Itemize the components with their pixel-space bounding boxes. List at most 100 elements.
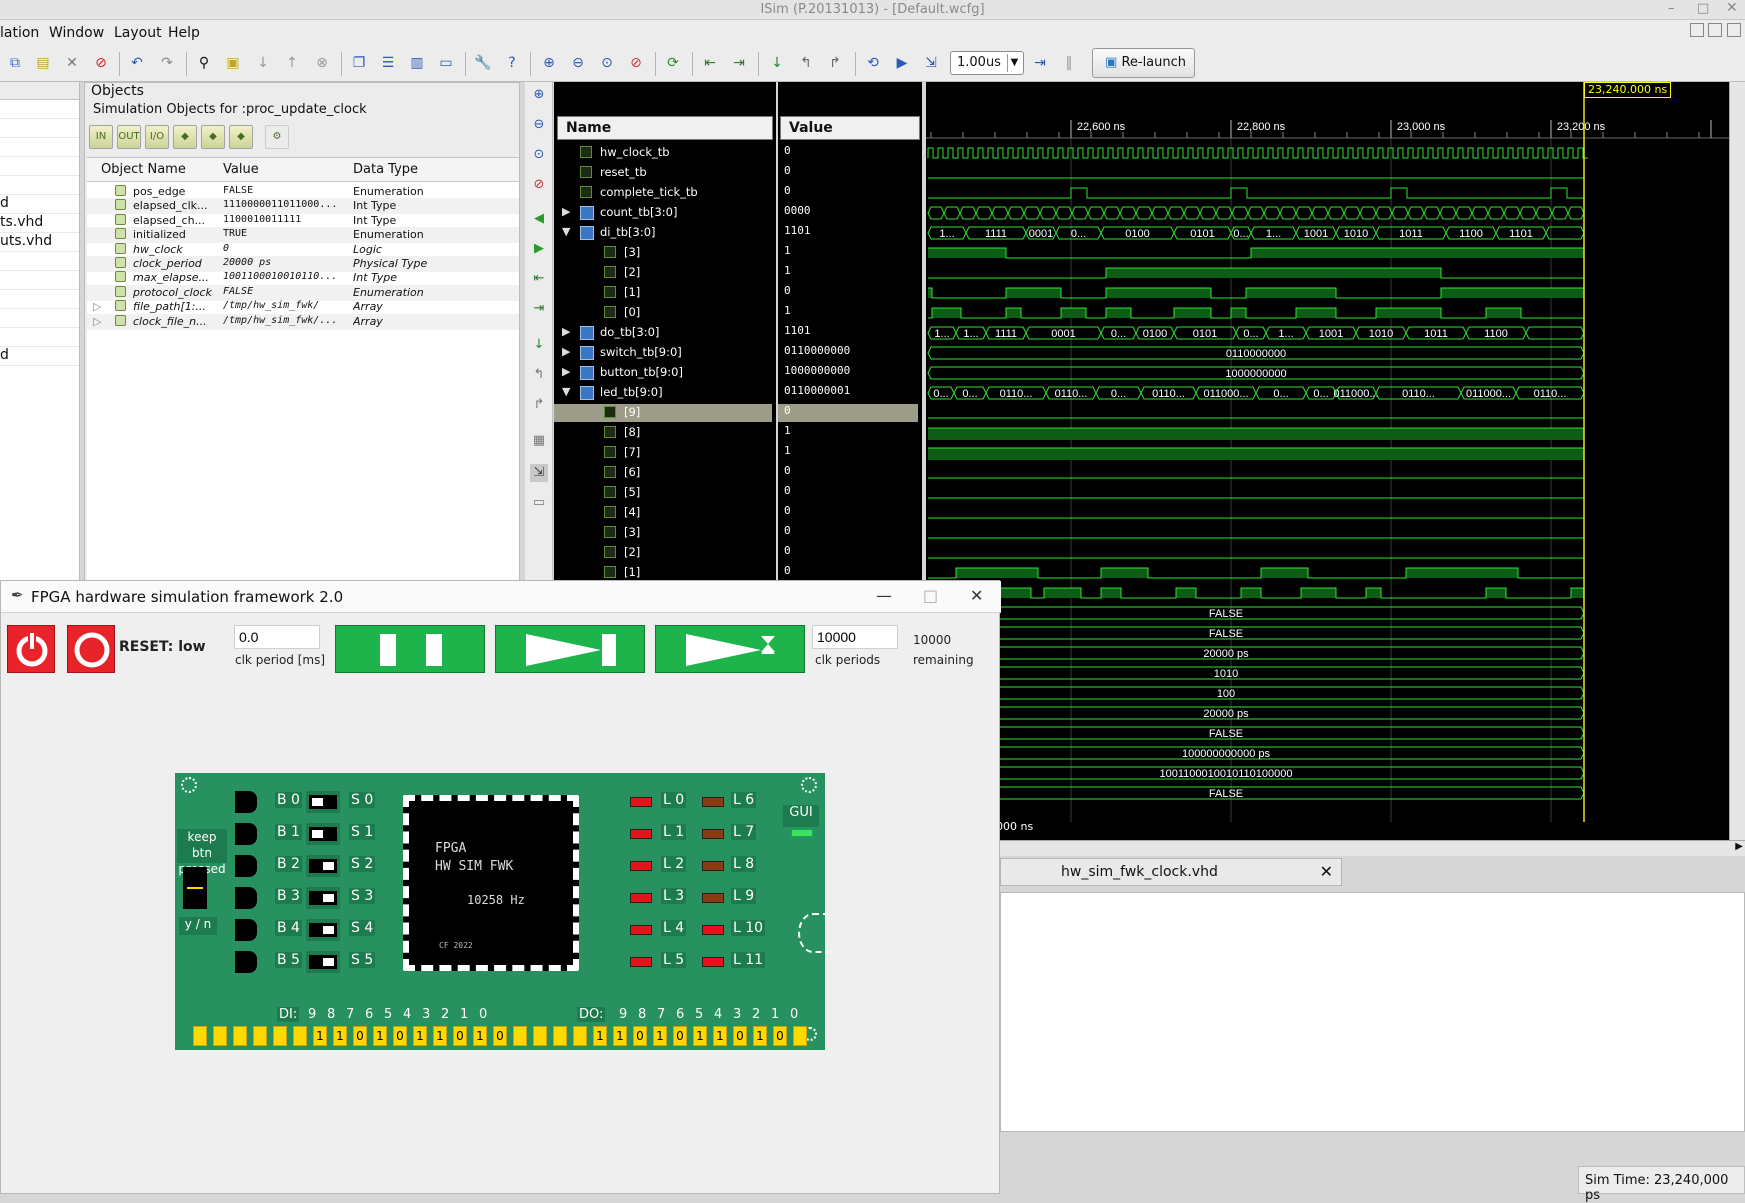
zoom-out-icon[interactable]: ⊖ bbox=[530, 116, 548, 134]
next-marker-icon[interactable]: ⇥ bbox=[730, 54, 748, 72]
slide-switch[interactable] bbox=[306, 855, 340, 877]
stop-icon[interactable]: ⊘ bbox=[92, 54, 110, 72]
signal-name-row[interactable]: ▶ switch_tb[9:0] bbox=[554, 344, 772, 362]
signal-name-row[interactable]: [7] bbox=[554, 444, 772, 462]
swap-icon[interactable]: ↰ bbox=[797, 54, 815, 72]
close-icon[interactable]: ✕ bbox=[970, 586, 983, 605]
chevron-down-icon[interactable]: ▼ bbox=[1007, 54, 1021, 72]
menu-window[interactable]: Window bbox=[49, 25, 104, 41]
signal-name-row[interactable]: ▶ count_tb[3:0] bbox=[554, 204, 772, 222]
snap-icon[interactable]: ⇲ bbox=[530, 464, 548, 482]
prev-marker-icon[interactable]: ⇤ bbox=[701, 54, 719, 72]
signal-name-row[interactable]: ▶ do_tb[3:0] bbox=[554, 324, 772, 342]
col-object-name[interactable]: Object Name bbox=[101, 162, 186, 177]
slide-switch[interactable] bbox=[306, 887, 340, 909]
col-value[interactable]: Value bbox=[223, 162, 259, 177]
minimize-icon[interactable]: — bbox=[876, 586, 892, 605]
editor-panel[interactable] bbox=[1000, 892, 1745, 1132]
expand-icon[interactable]: ▷ bbox=[93, 300, 101, 313]
expand-icon[interactable]: ▷ bbox=[93, 315, 101, 328]
scroll-right-icon[interactable]: ▶ bbox=[1735, 841, 1743, 852]
show-bidir-button[interactable]: I/O bbox=[145, 125, 169, 149]
redo-icon[interactable]: ↷ bbox=[158, 54, 176, 72]
delete-icon[interactable]: ✕ bbox=[63, 54, 81, 72]
left-strip-row[interactable] bbox=[0, 100, 79, 119]
signal-name-row[interactable]: [5] bbox=[554, 484, 772, 502]
signal-name-row[interactable]: [2] bbox=[554, 264, 772, 282]
signal-name-row[interactable]: complete_tick_tb bbox=[554, 184, 772, 202]
prev-marker-icon[interactable]: ↰ bbox=[530, 366, 548, 384]
goto-end-icon[interactable]: ▶ bbox=[530, 240, 548, 258]
zoom-in-icon[interactable]: ⊕ bbox=[530, 86, 548, 104]
signal-name-row[interactable]: [0] bbox=[554, 304, 772, 322]
left-strip-row[interactable] bbox=[0, 252, 79, 271]
left-strip-row[interactable] bbox=[0, 271, 79, 290]
signal-name-row[interactable]: ▼ di_tb[3:0] bbox=[554, 224, 772, 242]
undo-icon[interactable]: ↶ bbox=[128, 54, 146, 72]
push-button[interactable] bbox=[235, 919, 257, 941]
add-marker-icon[interactable]: ↓ bbox=[768, 54, 786, 72]
signal-name-row[interactable]: [8] bbox=[554, 424, 772, 442]
left-strip-row[interactable] bbox=[0, 290, 79, 309]
left-strip-row[interactable] bbox=[0, 309, 79, 328]
add-marker-icon[interactable]: ↓ bbox=[530, 336, 548, 354]
left-strip-row[interactable]: d bbox=[0, 195, 79, 214]
find-folder-icon[interactable]: ▣ bbox=[224, 54, 242, 72]
zoom-in-icon[interactable]: ⊕ bbox=[540, 54, 558, 72]
left-strip-row[interactable]: uts.vhd bbox=[0, 233, 79, 252]
maximize-icon[interactable]: □ bbox=[1697, 1, 1709, 16]
menu-layout[interactable]: Layout bbox=[114, 25, 162, 41]
tile-v-icon[interactable]: ▥ bbox=[408, 54, 426, 72]
value-column-header[interactable]: Value bbox=[780, 116, 920, 140]
signal-name-row[interactable]: hw_clock_tb bbox=[554, 144, 772, 162]
help-icon[interactable]: ? bbox=[503, 54, 521, 72]
close-doc-icon[interactable] bbox=[1727, 23, 1741, 37]
signal-name-row[interactable]: [6] bbox=[554, 464, 772, 482]
tile-h-icon[interactable]: ☰ bbox=[379, 54, 397, 72]
run-all-icon[interactable]: ▶ bbox=[893, 54, 911, 72]
restart-icon[interactable]: ⟲ bbox=[864, 54, 882, 72]
push-button[interactable] bbox=[235, 823, 257, 845]
show-inputs-button[interactable]: IN bbox=[89, 125, 113, 149]
find-icon[interactable]: ⚲ bbox=[195, 54, 213, 72]
wrench-icon[interactable]: 🔧 bbox=[474, 54, 492, 72]
expand-toggle-icon[interactable]: ▼ bbox=[562, 385, 570, 398]
signal-name-row[interactable]: ▼ led_tb[9:0] bbox=[554, 384, 772, 402]
clear-icon[interactable]: ⊗ bbox=[313, 54, 331, 72]
zoom-fit-icon[interactable]: ⊙ bbox=[530, 146, 548, 164]
zoom-cursor-icon[interactable]: ⊘ bbox=[530, 176, 548, 194]
editor-tab[interactable]: hw_sim_fwk_clock.vhd ✕ bbox=[1000, 858, 1342, 886]
signal-name-row[interactable]: [2] bbox=[554, 544, 772, 562]
menu-simulation[interactable]: lation bbox=[0, 25, 39, 41]
col-data-type[interactable]: Data Type bbox=[353, 162, 418, 177]
step-icon[interactable]: ⇥ bbox=[1031, 54, 1049, 72]
refresh-icon[interactable]: ⟳ bbox=[664, 54, 682, 72]
expand-toggle-icon[interactable]: ▶ bbox=[562, 345, 570, 358]
signal-name-row[interactable]: [3] bbox=[554, 524, 772, 542]
run-time-select[interactable]: 1.00us ▼ bbox=[950, 51, 1024, 75]
power-button[interactable] bbox=[7, 625, 55, 673]
zoom-cursor-icon[interactable]: ⊘ bbox=[627, 54, 645, 72]
zoom-out-icon[interactable]: ⊖ bbox=[569, 54, 587, 72]
menu-help[interactable]: Help bbox=[168, 25, 200, 41]
left-strip-row[interactable]: ts.vhd bbox=[0, 214, 79, 233]
next-transition-icon[interactable]: ⇥ bbox=[530, 300, 548, 318]
left-strip-row[interactable] bbox=[0, 328, 79, 347]
minimize-icon[interactable]: – bbox=[1668, 1, 1675, 16]
slide-switch[interactable] bbox=[306, 791, 340, 813]
reset-button[interactable] bbox=[67, 625, 115, 673]
copy-icon[interactable]: ⧉ bbox=[6, 54, 24, 72]
push-button[interactable] bbox=[235, 791, 257, 813]
pause-button[interactable] bbox=[335, 625, 485, 673]
left-strip-row[interactable]: d bbox=[0, 347, 79, 366]
paste-icon[interactable]: ▤ bbox=[34, 54, 52, 72]
push-button[interactable] bbox=[235, 855, 257, 877]
slide-switch[interactable] bbox=[306, 951, 340, 973]
signal-name-row[interactable]: [4] bbox=[554, 504, 772, 522]
name-column-header[interactable]: Name bbox=[557, 116, 773, 140]
expand-toggle-icon[interactable]: ▼ bbox=[562, 225, 570, 238]
left-strip-row[interactable] bbox=[0, 176, 79, 195]
run-periods-button[interactable] bbox=[655, 625, 805, 673]
push-button[interactable] bbox=[235, 951, 257, 973]
prev-transition-icon[interactable]: ⇤ bbox=[530, 270, 548, 288]
